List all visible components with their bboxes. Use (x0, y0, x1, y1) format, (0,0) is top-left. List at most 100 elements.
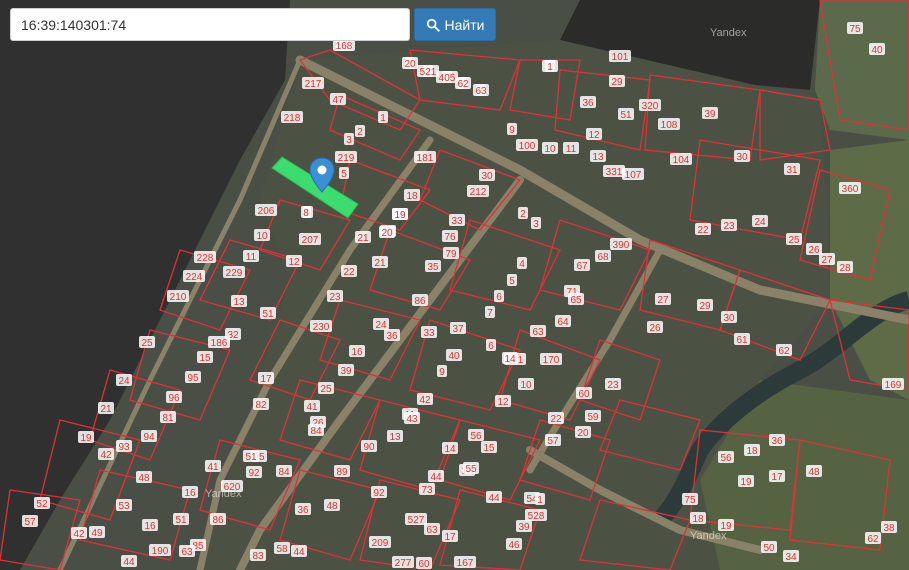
parcel-label[interactable]: 48 (326, 501, 338, 512)
parcel-label[interactable]: 25 (141, 338, 153, 349)
parcel-label[interactable]: 40 (448, 351, 460, 362)
parcel-label[interactable]: 84 (278, 467, 290, 478)
parcel-label[interactable]: 83 (252, 551, 264, 562)
parcel-label[interactable]: 5 (341, 169, 347, 180)
parcel-label[interactable]: 101 (612, 52, 629, 63)
parcel-label[interactable]: 14 (504, 354, 516, 365)
parcel-label[interactable]: 50 (763, 543, 775, 554)
parcel-label[interactable]: 51 (175, 515, 187, 526)
parcel-label[interactable]: 331 (606, 167, 623, 178)
parcel-label[interactable]: 3 (533, 219, 539, 230)
parcel-label[interactable]: 44 (123, 557, 135, 568)
parcel-label[interactable]: 94 (143, 432, 155, 443)
parcel-label[interactable]: 209 (372, 538, 389, 549)
parcel-label[interactable]: 62 (778, 346, 790, 357)
parcel-label[interactable]: 25 (788, 235, 800, 246)
parcel-label[interactable]: 20 (404, 59, 416, 70)
parcel-label[interactable]: 64 (557, 317, 569, 328)
parcel-label[interactable]: 48 (138, 473, 150, 484)
parcel-label[interactable]: 2 (357, 127, 363, 138)
parcel-label[interactable]: 41 (207, 462, 219, 473)
parcel-label[interactable]: 56 (720, 453, 732, 464)
parcel-label[interactable]: 21 (374, 258, 386, 269)
parcel-label[interactable]: 25 (320, 384, 332, 395)
parcel-label[interactable]: 44 (430, 472, 442, 483)
parcel-label[interactable]: 207 (302, 235, 319, 246)
parcel-label[interactable]: 48 (808, 467, 820, 478)
parcel-label[interactable]: 22 (343, 267, 355, 278)
parcel-label[interactable]: 9 (439, 367, 445, 378)
parcel-label[interactable]: 18 (746, 446, 758, 457)
parcel-label[interactable]: 18 (692, 514, 704, 525)
parcel-label[interactable]: 16 (144, 521, 156, 532)
parcel-label[interactable]: 229 (226, 268, 243, 279)
parcel-label[interactable]: 21 (357, 233, 369, 244)
parcel-label[interactable]: 39 (340, 366, 352, 377)
parcel-label[interactable]: 36 (771, 436, 783, 447)
parcel-label[interactable]: 56 (470, 431, 482, 442)
parcel-label[interactable]: 277 (395, 558, 412, 569)
parcel-label[interactable]: 67 (576, 261, 588, 272)
parcel-label[interactable]: 16 (184, 488, 196, 499)
parcel-label[interactable]: 44 (293, 547, 305, 558)
parcel-label[interactable]: 36 (386, 331, 398, 342)
parcel-label[interactable]: 167 (457, 558, 474, 569)
parcel-label[interactable]: 390 (613, 240, 630, 251)
parcel-label[interactable]: 84 (310, 426, 322, 437)
parcel-label[interactable]: 63 (532, 327, 544, 338)
parcel-label[interactable]: 51 (245, 452, 257, 463)
parcel-label[interactable]: 10 (256, 231, 268, 242)
parcel-label[interactable]: 86 (414, 296, 426, 307)
parcel-label[interactable]: 18 (406, 191, 418, 202)
parcel-label[interactable]: 34 (785, 552, 797, 563)
parcel-label[interactable]: 65 (570, 295, 582, 306)
parcel-label[interactable]: 14 (444, 444, 456, 455)
parcel-label[interactable]: 3 (346, 135, 352, 146)
parcel-label[interactable]: 40 (871, 45, 883, 56)
parcel-label[interactable]: 82 (255, 400, 267, 411)
parcel-label[interactable]: 17 (260, 374, 272, 385)
parcel-label[interactable]: 26 (808, 245, 820, 256)
parcel-label[interactable]: 86 (212, 515, 224, 526)
parcel-label[interactable]: 218 (284, 113, 301, 124)
parcel-label[interactable]: 228 (197, 253, 214, 264)
parcel-label[interactable]: 19 (394, 210, 406, 221)
parcel-label[interactable]: 19 (80, 433, 92, 444)
parcel-label[interactable]: 27 (821, 255, 833, 266)
parcel-label[interactable]: 24 (754, 217, 766, 228)
parcel-label[interactable]: 68 (597, 252, 609, 263)
parcel-label[interactable]: 169 (885, 380, 902, 391)
parcel-label[interactable]: 33 (423, 328, 435, 339)
parcel-label[interactable]: 217 (305, 79, 322, 90)
parcel-label[interactable]: 20 (381, 228, 393, 239)
parcel-label[interactable]: 30 (723, 313, 735, 324)
parcel-label[interactable]: 53 (118, 501, 130, 512)
parcel-label[interactable]: 31 (786, 165, 798, 176)
parcel-label[interactable]: 41 (306, 402, 318, 413)
parcel-label[interactable]: 27 (657, 295, 669, 306)
parcel-label[interactable]: 11 (566, 144, 577, 155)
parcel-label[interactable]: 44 (488, 493, 500, 504)
parcel-label[interactable]: 107 (625, 170, 642, 181)
parcel-label[interactable]: 10 (520, 380, 532, 391)
parcel-label[interactable]: 76 (444, 232, 456, 243)
parcel-label[interactable]: 12 (497, 397, 509, 408)
parcel-label[interactable]: 42 (419, 395, 431, 406)
parcel-label[interactable]: 1 (380, 113, 386, 124)
parcel-label[interactable]: 63 (181, 547, 193, 558)
parcel-label[interactable]: 21 (100, 404, 112, 415)
parcel-label[interactable]: 360 (842, 184, 859, 195)
parcel-label[interactable]: 2 (520, 209, 526, 220)
parcel-label[interactable]: 26 (649, 323, 661, 334)
parcel-label[interactable]: 16 (351, 347, 363, 358)
parcel-label[interactable]: 30 (481, 171, 493, 182)
parcel-label[interactable]: 1 (547, 62, 553, 73)
parcel-label[interactable]: 5 (509, 276, 515, 287)
parcel-label[interactable]: 90 (363, 442, 375, 453)
parcel-label[interactable]: 58 (276, 544, 288, 555)
parcel-label[interactable]: 206 (258, 206, 275, 217)
location-pin-icon[interactable] (309, 157, 335, 193)
parcel-label[interactable]: 39 (518, 522, 530, 533)
parcel-label[interactable]: 230 (313, 322, 330, 333)
parcel-label[interactable]: 104 (673, 155, 690, 166)
